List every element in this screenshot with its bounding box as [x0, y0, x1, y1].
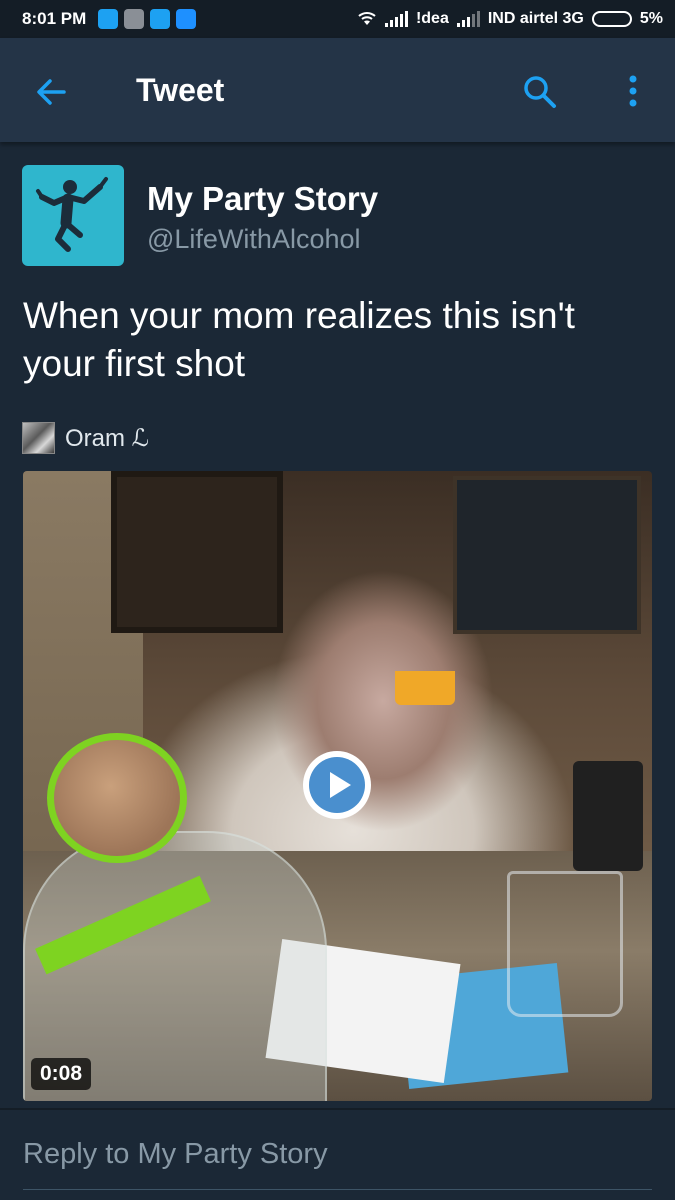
carrier-2: IND airtel 3G: [487, 10, 584, 27]
party-person-icon: [36, 177, 108, 252]
twitter-notification-icon: [98, 9, 119, 29]
play-triangle: [330, 772, 351, 798]
video-scene-mug: [573, 761, 643, 871]
back-arrow-icon: [37, 79, 66, 105]
video-duration-badge: 0:08: [31, 1058, 92, 1090]
cloud-notification-icon: [176, 9, 197, 29]
battery-level: 5%: [639, 10, 663, 27]
carrier-1: !dea: [415, 10, 449, 27]
attribution-name: Oram ℒ: [65, 424, 149, 452]
author-display-name[interactable]: My Party Story: [147, 180, 378, 218]
author-handle[interactable]: @LifeWithAlcohol: [147, 224, 361, 255]
search-icon: [524, 76, 556, 108]
battery-icon: [591, 11, 632, 27]
status-time: 8:01 PM: [22, 9, 87, 28]
status-right: !dea IND airtel 3G 5%: [357, 0, 663, 38]
video-attribution[interactable]: Oram ℒ: [22, 422, 149, 454]
more-options-button[interactable]: [616, 72, 650, 112]
page-title: Tweet: [136, 72, 225, 108]
wifi-icon: [358, 12, 376, 25]
play-icon: [309, 757, 365, 813]
back-button[interactable]: [30, 72, 74, 112]
more-vertical-icon: [629, 75, 637, 107]
video-scene-shot-glass: [395, 671, 455, 705]
reply-input[interactable]: Reply to My Party Story: [23, 1138, 328, 1171]
divider: [0, 1108, 675, 1110]
play-button[interactable]: [303, 751, 371, 819]
app-bar: Tweet: [0, 38, 675, 142]
video-scene-glass: [507, 871, 623, 1017]
tweet-video[interactable]: 0:08: [23, 471, 652, 1101]
video-scene-cork: [47, 733, 187, 863]
signal-icon-2: [456, 11, 480, 27]
attribution-avatar: [22, 422, 55, 454]
author-avatar[interactable]: [22, 165, 124, 266]
search-button[interactable]: [520, 72, 560, 112]
status-bar: 8:01 PM !dea IND airtel 3G 5%: [0, 0, 675, 38]
tweet-text: When your mom realizes this isn't your f…: [23, 295, 575, 384]
app-notification-icon: [124, 9, 145, 29]
twitter-notification-icon-2: [150, 9, 171, 29]
video-scene-picture-frame: [111, 471, 283, 633]
signal-icon-1: [384, 11, 408, 27]
reply-input-underline: [23, 1189, 652, 1190]
video-scene-window: [453, 476, 641, 634]
